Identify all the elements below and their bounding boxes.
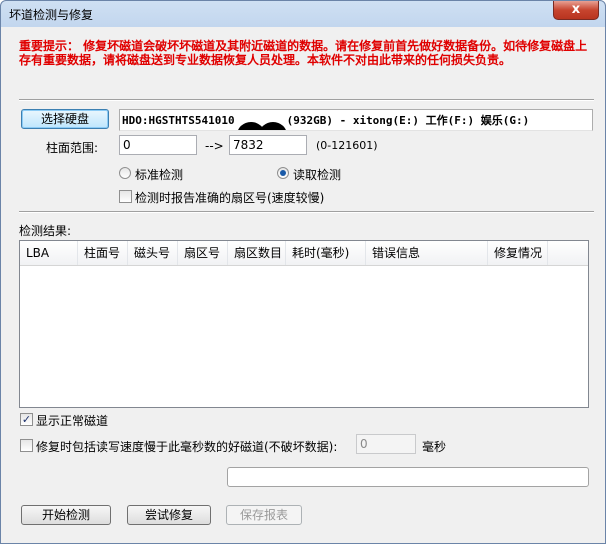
results-list[interactable]: LBA 柱面号 磁头号 扇区号 扇区数目 耗时(毫秒) 错误信息 修复情况 [19, 240, 589, 408]
column-header-sector[interactable]: 扇区号 [178, 241, 228, 265]
radio-selected-dot [280, 170, 286, 176]
try-repair-button[interactable]: 尝试修复 [127, 505, 211, 525]
show-normal-label[interactable]: 显示正常磁道 [36, 412, 108, 429]
column-header-sector-count[interactable]: 扇区数目 [228, 241, 286, 265]
warning-text: 重要提示： 修复坏磁道会破坏坏磁道及其附近磁道的数据。请在修复前首先做好数据备份… [19, 39, 588, 67]
column-header-lba[interactable]: LBA [20, 241, 78, 265]
column-header-error[interactable]: 错误信息 [366, 241, 488, 265]
dialog-client-area: 重要提示： 修复坏磁道会破坏坏磁道及其附近磁道的数据。请在修复前首先做好数据备份… [9, 29, 597, 537]
column-header-cylinder[interactable]: 柱面号 [78, 241, 128, 265]
select-disk-button[interactable]: 选择硬盘 [21, 109, 109, 129]
standard-check-radio[interactable] [119, 167, 131, 179]
redaction-blot [258, 122, 287, 130]
cylinder-range-hint: (0-121601) [316, 139, 378, 152]
close-button[interactable]: x [553, 1, 599, 20]
title-bar[interactable]: 坏道检测与修复 x [1, 1, 605, 27]
save-report-button[interactable]: 保存报表 [226, 505, 302, 525]
column-header-repair-status[interactable]: 修复情况 [488, 241, 548, 265]
window-title: 坏道检测与修复 [9, 8, 94, 22]
disk-info-right: (932GB) - xitong(E:) 工作(F:) 娱乐(G:) [286, 114, 530, 127]
cylinder-from-input[interactable]: 0 [119, 135, 197, 155]
standard-check-label[interactable]: 标准检测 [135, 166, 183, 183]
range-arrow: --> [205, 139, 224, 153]
repair-slow-ms-input[interactable]: 0 [356, 434, 416, 454]
start-check-button[interactable]: 开始检测 [21, 505, 111, 525]
close-icon: x [571, 2, 581, 17]
cylinder-to-input[interactable]: 7832 [229, 135, 307, 155]
report-exact-sector-label[interactable]: 检测时报告准确的扇区号(速度较慢) [135, 189, 324, 206]
disk-info-field: HDO:HGSTHTS541010 (932GB) - xitong(E:) 工作… [119, 109, 593, 131]
report-exact-sector-checkbox[interactable] [119, 190, 132, 203]
ms-unit-label: 毫秒 [422, 440, 447, 454]
column-header-head[interactable]: 磁头号 [128, 241, 178, 265]
repair-slow-checkbox[interactable] [20, 439, 33, 452]
dialog-window: 坏道检测与修复 x 重要提示： 修复坏磁道会破坏坏磁道及其附近磁道的数据。请在修… [0, 0, 606, 544]
separator-middle [19, 211, 594, 213]
repair-slow-label[interactable]: 修复时包括读写速度慢于此毫秒数的好磁道(不破坏数据): [36, 438, 337, 455]
progress-bar [227, 467, 589, 487]
read-check-radio[interactable] [277, 167, 289, 179]
read-check-label[interactable]: 读取检测 [293, 166, 341, 183]
disk-info-left: HDO:HGSTHTS541010 [122, 114, 235, 127]
separator-top [19, 99, 594, 101]
cylinder-range-label: 柱面范围: [46, 141, 99, 155]
results-list-header: LBA 柱面号 磁头号 扇区号 扇区数目 耗时(毫秒) 错误信息 修复情况 [20, 241, 588, 266]
show-normal-checkbox[interactable]: ✓ [20, 413, 33, 426]
results-label: 检测结果: [19, 224, 72, 238]
column-header-time[interactable]: 耗时(毫秒) [286, 241, 366, 265]
